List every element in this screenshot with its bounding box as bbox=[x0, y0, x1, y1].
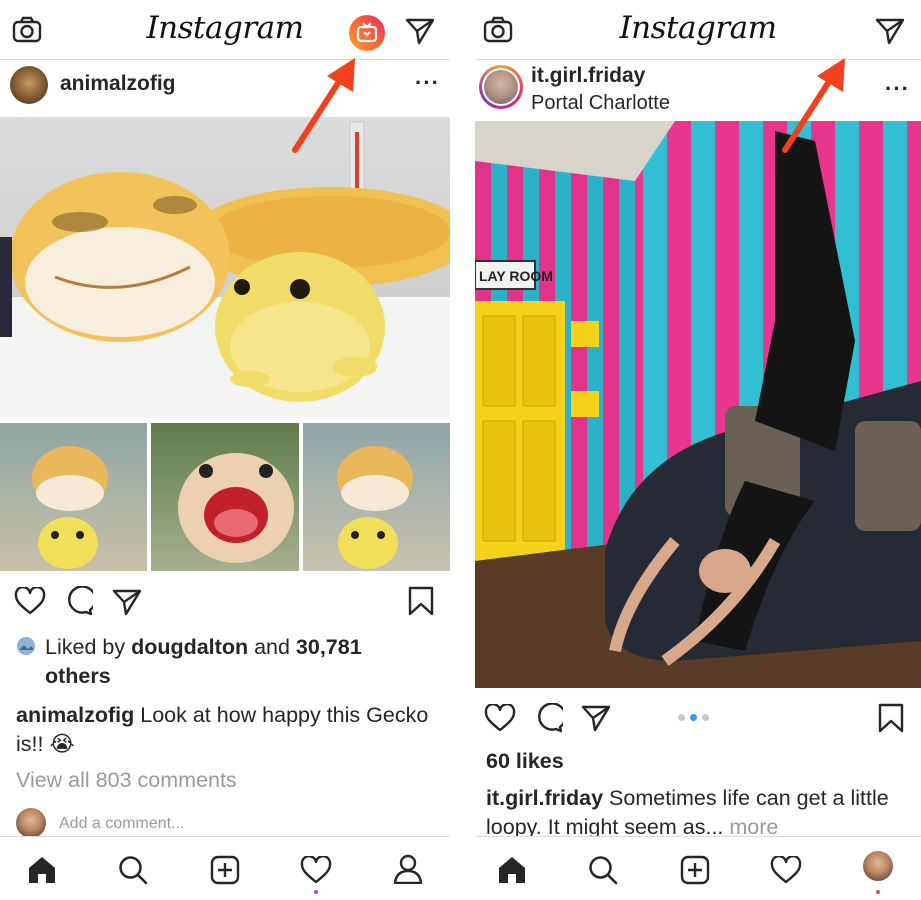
direct-icon[interactable] bbox=[405, 17, 435, 45]
heart-icon[interactable] bbox=[484, 704, 516, 732]
more-icon[interactable]: ··· bbox=[415, 70, 440, 96]
activity-notification-dot bbox=[314, 890, 318, 894]
app-logo: Instagram bbox=[619, 10, 777, 46]
post-caption: animalzofig Look at how happy this Gecko… bbox=[16, 701, 436, 759]
comment-icon[interactable] bbox=[63, 586, 93, 616]
post-caption: it.girl.friday Sometimes life can get a … bbox=[486, 784, 911, 842]
avatar-story-ring[interactable] bbox=[479, 65, 523, 109]
thumbnail-image[interactable] bbox=[303, 423, 450, 571]
carousel-indicator bbox=[678, 714, 718, 722]
likes-summary: Liked by dougdalton and 30,781 others bbox=[45, 633, 435, 691]
caption-username[interactable]: animalzofig bbox=[16, 703, 134, 727]
direct-icon[interactable] bbox=[875, 17, 905, 45]
view-comments-link[interactable]: View all 803 comments bbox=[16, 766, 237, 795]
carousel-dot bbox=[678, 714, 685, 721]
liked-by-others[interactable]: others bbox=[45, 664, 111, 688]
avatar[interactable] bbox=[10, 66, 48, 104]
carousel-dot-active bbox=[690, 714, 697, 721]
post-image[interactable] bbox=[0, 117, 450, 418]
liked-by-count[interactable]: 30,781 bbox=[296, 635, 362, 659]
post-username[interactable]: animalzofig bbox=[60, 72, 176, 96]
post-username[interactable]: it.girl.friday bbox=[531, 64, 645, 88]
top-nav-bar: Instagram bbox=[0, 0, 450, 60]
caption-username[interactable]: it.girl.friday bbox=[486, 786, 603, 810]
share-icon[interactable] bbox=[581, 704, 611, 732]
profile-avatar[interactable] bbox=[863, 851, 893, 881]
liker-avatar bbox=[16, 636, 36, 656]
add-icon[interactable] bbox=[680, 855, 710, 885]
left-phone-screen: Instagram animalzofig ··· Liked by dougd… bbox=[0, 0, 450, 900]
likes-count[interactable]: 60 likes bbox=[486, 747, 564, 776]
home-icon[interactable] bbox=[27, 855, 57, 885]
annotation-arrow bbox=[782, 58, 845, 153]
post-image[interactable]: LAY ROOM bbox=[475, 121, 921, 688]
thumbnail-image[interactable] bbox=[151, 423, 299, 571]
post-location[interactable]: Portal Charlotte bbox=[531, 92, 670, 115]
bottom-tab-bar bbox=[475, 836, 921, 900]
activity-icon[interactable] bbox=[770, 856, 802, 884]
bottom-tab-bar bbox=[0, 836, 450, 900]
right-phone-screen: Instagram it.girl.friday Portal Charlott… bbox=[475, 0, 921, 900]
liked-by-prefix: Liked by bbox=[45, 635, 132, 659]
heart-icon[interactable] bbox=[14, 587, 46, 615]
liked-by-and: and bbox=[248, 635, 296, 659]
liked-by-user[interactable]: dougdalton bbox=[131, 635, 248, 659]
avatar bbox=[16, 808, 46, 838]
activity-icon[interactable] bbox=[300, 856, 332, 884]
search-icon[interactable] bbox=[588, 855, 618, 885]
add-comment-input[interactable]: Add a comment... bbox=[59, 815, 184, 833]
profile-icon[interactable] bbox=[393, 854, 423, 884]
annotation-arrow bbox=[292, 58, 355, 153]
share-icon[interactable] bbox=[112, 588, 142, 616]
screen-divider bbox=[450, 0, 475, 900]
post-header: animalzofig ··· bbox=[0, 60, 450, 118]
profile-notification-dot bbox=[876, 890, 880, 894]
carousel-dot bbox=[702, 714, 709, 721]
bookmark-icon[interactable] bbox=[408, 586, 434, 616]
comment-icon[interactable] bbox=[533, 703, 563, 733]
more-icon[interactable]: ··· bbox=[885, 76, 910, 102]
search-icon[interactable] bbox=[118, 855, 148, 885]
thumbnail-image[interactable] bbox=[0, 423, 147, 571]
add-icon[interactable] bbox=[210, 855, 240, 885]
svg-text:LAY ROOM: LAY ROOM bbox=[479, 268, 553, 284]
bookmark-icon[interactable] bbox=[878, 703, 904, 733]
igtv-icon[interactable] bbox=[348, 14, 386, 52]
home-icon[interactable] bbox=[497, 855, 527, 885]
